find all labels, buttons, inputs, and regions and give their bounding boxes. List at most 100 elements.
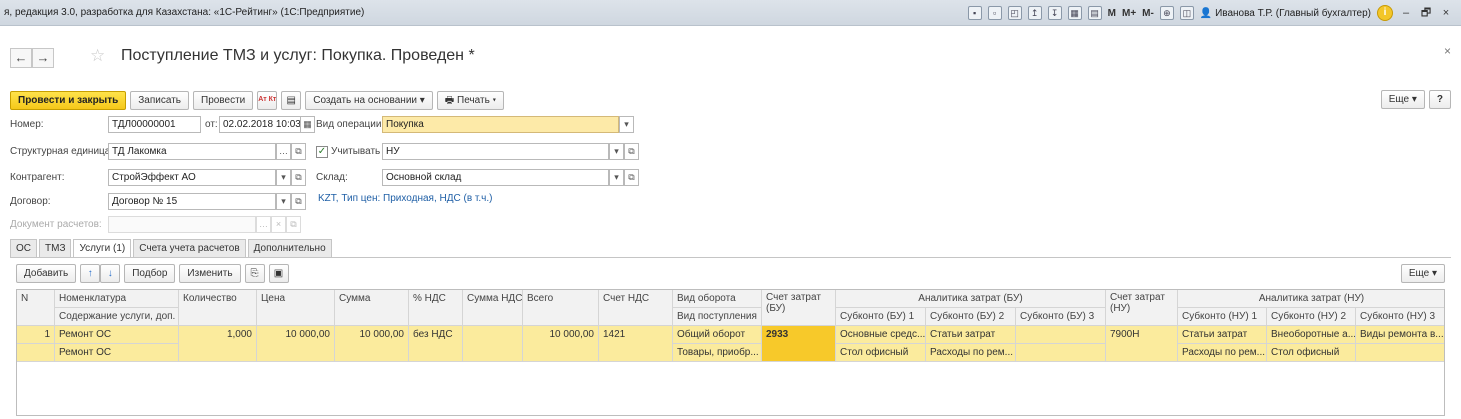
paste-icon[interactable]: ▣ bbox=[268, 264, 289, 283]
restore-button[interactable]: 🗗 bbox=[1419, 4, 1433, 23]
contract-open-icon[interactable]: ⧉ bbox=[291, 193, 306, 210]
row-vat-sum[interactable] bbox=[463, 326, 523, 362]
col-qty[interactable]: Количество bbox=[179, 290, 257, 326]
row-price[interactable]: 10 000,00 bbox=[257, 326, 335, 362]
print-button[interactable]: 🖶 Печать ▾ bbox=[436, 90, 505, 110]
row-subconto-bu-3[interactable] bbox=[1016, 326, 1106, 344]
favorite-star-icon[interactable]: ☆ bbox=[90, 46, 105, 66]
row-subconto-nu-3[interactable]: Виды ремонта в... bbox=[1356, 326, 1444, 344]
tab-fixed-assets[interactable]: ОС bbox=[10, 239, 37, 257]
table-more-button[interactable]: Еще ▾ bbox=[1400, 264, 1445, 283]
zoom-icon[interactable]: ⊕ bbox=[1159, 6, 1174, 20]
row-total[interactable]: 10 000,00 bbox=[523, 326, 599, 362]
calendar-icon[interactable]: ▤ bbox=[1087, 6, 1102, 20]
price-type-link[interactable]: KZT, Тип цен: Приходная, НДС (в т.ч.) bbox=[318, 193, 492, 204]
operation-dropdown-icon[interactable]: ▾ bbox=[619, 116, 634, 133]
preview-icon[interactable]: ◰ bbox=[1007, 6, 1022, 20]
col-cost-acc[interactable]: Счет затрат (БУ) bbox=[762, 290, 836, 326]
counterparty-dropdown-icon[interactable]: ▾ bbox=[276, 169, 291, 186]
row-item-content[interactable]: Ремонт ОС bbox=[55, 344, 179, 362]
row-number[interactable]: 1 bbox=[17, 326, 55, 344]
unit-open-icon[interactable]: ⧉ bbox=[291, 143, 306, 160]
row-sum[interactable]: 10 000,00 bbox=[335, 326, 409, 362]
col-subconto-nu-3[interactable]: Субконто (НУ) 3 bbox=[1356, 308, 1444, 326]
row-subconto-bu-3b[interactable] bbox=[1016, 344, 1106, 362]
row-subconto-bu-2[interactable]: Статьи затрат bbox=[926, 326, 1016, 344]
row-receipt-type[interactable]: Товары, приобр... bbox=[673, 344, 762, 362]
tab-settlement-accounts[interactable]: Счета учета расчетов bbox=[133, 239, 246, 257]
date-field[interactable]: 02.02.2018 10:03:1 bbox=[219, 116, 301, 133]
help-button[interactable]: ? bbox=[1428, 90, 1451, 109]
forward-button[interactable]: → bbox=[32, 48, 54, 68]
col-subconto-bu-1[interactable]: Субконто (БУ) 1 bbox=[836, 308, 926, 326]
row-subconto-nu-1b[interactable]: Расходы по рем... bbox=[1178, 344, 1267, 362]
col-receipt-type[interactable]: Вид поступления bbox=[673, 308, 762, 326]
unit-select-icon[interactable]: … bbox=[276, 143, 291, 160]
col-subconto-bu-3[interactable]: Субконто (БУ) 3 bbox=[1016, 308, 1106, 326]
upload-icon[interactable]: ↥ bbox=[1027, 6, 1042, 20]
unit-field[interactable]: ТД Лакомка bbox=[108, 143, 276, 160]
warehouse-field[interactable]: Основной склад bbox=[382, 169, 609, 186]
memory-button[interactable]: M bbox=[1108, 8, 1116, 19]
settlement-open-icon[interactable]: ⧉ bbox=[286, 216, 301, 233]
col-n[interactable]: N bbox=[17, 290, 55, 326]
add-row-button[interactable]: Добавить bbox=[16, 264, 77, 283]
col-turnover[interactable]: Вид оборота bbox=[673, 290, 762, 308]
row-subconto-nu-3b[interactable] bbox=[1356, 344, 1444, 362]
operation-field[interactable]: Покупка bbox=[382, 116, 619, 133]
kpn-checkbox[interactable]: ✓ bbox=[316, 146, 328, 158]
col-total[interactable]: Всего bbox=[523, 290, 599, 326]
move-up-icon[interactable]: ↑ bbox=[80, 264, 101, 283]
memory-minus-button[interactable]: M- bbox=[1142, 8, 1154, 19]
warehouse-open-icon[interactable]: ⧉ bbox=[624, 169, 639, 186]
row-subconto-bu-2b[interactable]: Расходы по рем... bbox=[926, 344, 1016, 362]
contract-dropdown-icon[interactable]: ▾ bbox=[276, 193, 291, 210]
create-based-on-button[interactable]: Создать на основании ▾ bbox=[305, 90, 433, 110]
calendar-picker-icon[interactable]: ▦ bbox=[300, 116, 315, 133]
row-subconto-bu-1b[interactable]: Стол офисный bbox=[836, 344, 926, 362]
counterparty-field[interactable]: СтройЭффект АО bbox=[108, 169, 276, 186]
col-subconto-bu-2[interactable]: Субконто (БУ) 2 bbox=[926, 308, 1016, 326]
row-qty[interactable]: 1,000 bbox=[179, 326, 257, 362]
dt-kt-icon[interactable]: Ат Кт bbox=[257, 90, 278, 110]
counterparty-open-icon[interactable]: ⧉ bbox=[291, 169, 306, 186]
calculator-icon[interactable]: ▦ bbox=[1067, 6, 1082, 20]
settlement-doc-field[interactable] bbox=[108, 216, 256, 233]
row-item[interactable]: Ремонт ОС bbox=[55, 326, 179, 344]
contract-field[interactable]: Договор № 15 bbox=[108, 193, 276, 210]
minimize-button[interactable]: – bbox=[1399, 7, 1413, 19]
col-subconto-nu-2[interactable]: Субконто (НУ) 2 bbox=[1267, 308, 1356, 326]
col-item-content[interactable]: Содержание услуги, доп. bbox=[55, 308, 179, 326]
row-subconto-nu-2b[interactable]: Стол офисный bbox=[1267, 344, 1356, 362]
col-cost-acc-nu[interactable]: Счет затрат (НУ) bbox=[1106, 290, 1178, 326]
col-item[interactable]: Номенклатура bbox=[55, 290, 179, 308]
copy-icon[interactable]: ⎘ bbox=[244, 264, 265, 283]
write-button[interactable]: Записать bbox=[130, 90, 189, 110]
post-button[interactable]: Провести bbox=[193, 90, 254, 110]
row-subconto-bu-1[interactable]: Основные средс... bbox=[836, 326, 926, 344]
post-and-close-button[interactable]: Провести и закрыть bbox=[10, 90, 127, 110]
row-cost-acc-nu[interactable]: 7900Н bbox=[1106, 326, 1178, 362]
panels-icon[interactable]: ◫ bbox=[1179, 6, 1194, 20]
current-user[interactable]: 👤 Иванова Т.Р. (Главный бухгалтер) bbox=[1200, 8, 1371, 19]
col-vat-rate[interactable]: % НДС bbox=[409, 290, 463, 326]
structure-icon[interactable]: ▤ bbox=[281, 90, 302, 110]
tab-additional[interactable]: Дополнительно bbox=[247, 239, 332, 257]
tab-services[interactable]: Услуги (1) bbox=[73, 239, 132, 258]
change-button[interactable]: Изменить bbox=[179, 264, 241, 283]
row-vat-rate[interactable]: без НДС bbox=[409, 326, 463, 362]
kpn-open-icon[interactable]: ⧉ bbox=[624, 143, 639, 160]
services-table[interactable]: N Номенклатура Количество Цена Сумма % Н… bbox=[16, 289, 1445, 416]
tab-inventory[interactable]: ТМЗ bbox=[39, 239, 72, 257]
pick-button[interactable]: Подбор bbox=[124, 264, 176, 283]
row-subconto-nu-1[interactable]: Статьи затрат bbox=[1178, 326, 1267, 344]
more-button[interactable]: Еще ▾ bbox=[1380, 90, 1425, 109]
info-icon[interactable]: i bbox=[1377, 5, 1393, 21]
back-button[interactable]: ← bbox=[10, 48, 32, 68]
row-vat-acc[interactable]: 1421 bbox=[599, 326, 673, 362]
kpn-field[interactable]: НУ bbox=[382, 143, 609, 160]
settlement-select-icon[interactable]: … bbox=[256, 216, 271, 233]
close-window-button[interactable]: × bbox=[1439, 7, 1453, 19]
row-cost-acc[interactable]: 2933 bbox=[762, 326, 836, 362]
col-vat-sum[interactable]: Сумма НДС bbox=[463, 290, 523, 326]
